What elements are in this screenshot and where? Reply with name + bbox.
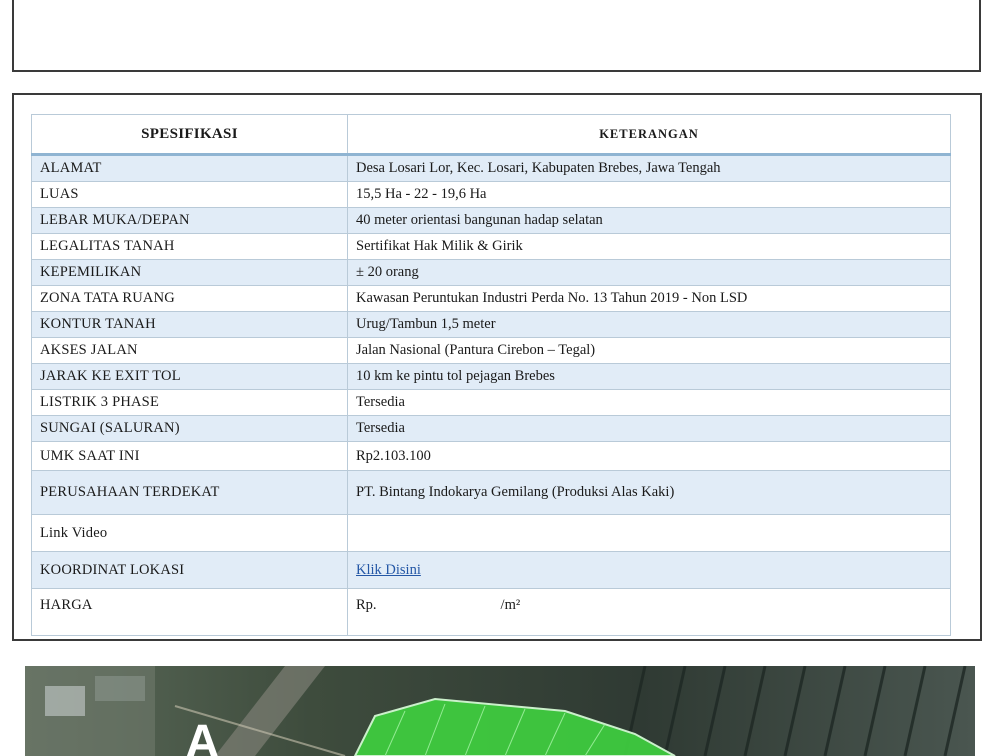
row-value: Tersedia (347, 389, 951, 416)
table-row: KEPEMILIKAN ± 20 orang (31, 259, 951, 286)
table-row: HARGA Rp. /m² (31, 588, 951, 636)
table-row: LISTRIK 3 PHASE Tersedia (31, 389, 951, 416)
table-row: LUAS 15,5 Ha - 22 - 19,6 Ha (31, 181, 951, 208)
row-value: 10 km ke pintu tol pejagan Brebes (347, 363, 951, 390)
row-value: Sertifikat Hak Milik & Girik (347, 233, 951, 260)
row-label: KOORDINAT LOKASI (31, 551, 348, 589)
row-label: PERUSAHAAN TERDEKAT (31, 470, 348, 515)
row-value: Desa Losari Lor, Kec. Losari, Kabupaten … (347, 154, 951, 182)
row-label: KEPEMILIKAN (31, 259, 348, 286)
row-label: ZONA TATA RUANG (31, 285, 348, 312)
specification-table: SPESIFIKASI KETERANGAN ALAMAT Desa Losar… (31, 114, 951, 636)
aerial-map-graphic: A (25, 666, 975, 756)
header-description: KETERANGAN (347, 114, 951, 156)
row-value: Rp. /m² (347, 588, 951, 636)
row-value: 40 meter orientasi bangunan hadap selata… (347, 207, 951, 234)
header-specification: SPESIFIKASI (31, 114, 348, 156)
row-label: LEBAR MUKA/DEPAN (31, 207, 348, 234)
row-value: Kawasan Peruntukan Industri Perda No. 13… (347, 285, 951, 312)
table-row: ZONA TATA RUANG Kawasan Peruntukan Indus… (31, 285, 951, 312)
table-header: SPESIFIKASI KETERANGAN (31, 114, 951, 156)
table-row: Link Video (31, 514, 951, 552)
row-label: HARGA (31, 588, 348, 636)
table-row: KONTUR TANAH Urug/Tambun 1,5 meter (31, 311, 951, 338)
row-value (347, 514, 951, 552)
table-row: PERUSAHAAN TERDEKAT PT. Bintang Indokary… (31, 470, 951, 515)
row-value: Urug/Tambun 1,5 meter (347, 311, 951, 338)
row-value: PT. Bintang Indokarya Gemilang (Produksi… (347, 470, 951, 515)
price-prefix: Rp. (356, 597, 377, 613)
table-row: UMK SAAT INI Rp2.103.100 (31, 441, 951, 471)
table-row: JARAK KE EXIT TOL 10 km ke pintu tol pej… (31, 363, 951, 390)
specification-panel: SPESIFIKASI KETERANGAN ALAMAT Desa Losar… (12, 93, 982, 641)
row-label: ALAMAT (31, 154, 348, 182)
row-label: UMK SAAT INI (31, 441, 348, 471)
coordinate-link[interactable]: Klik Disini (356, 562, 421, 578)
row-value: Rp2.103.100 (347, 441, 951, 471)
table-row: ALAMAT Desa Losari Lor, Kec. Losari, Kab… (31, 154, 951, 182)
table-row: AKSES JALAN Jalan Nasional (Pantura Cire… (31, 337, 951, 364)
top-frame (12, 0, 981, 72)
row-label: AKSES JALAN (31, 337, 348, 364)
table-row: SUNGAI (SALURAN) Tersedia (31, 415, 951, 442)
row-label: KONTUR TANAH (31, 311, 348, 338)
row-value: Klik Disini (347, 551, 951, 589)
row-value: ± 20 orang (347, 259, 951, 286)
table-row: LEGALITAS TANAH Sertifikat Hak Milik & G… (31, 233, 951, 260)
table-row: LEBAR MUKA/DEPAN 40 meter orientasi bang… (31, 207, 951, 234)
row-value: Jalan Nasional (Pantura Cirebon – Tegal) (347, 337, 951, 364)
row-label: LUAS (31, 181, 348, 208)
row-label: SUNGAI (SALURAN) (31, 415, 348, 442)
price-unit: /m² (500, 597, 521, 613)
row-label: LISTRIK 3 PHASE (31, 389, 348, 416)
row-label: LEGALITAS TANAH (31, 233, 348, 260)
table-row: KOORDINAT LOKASI Klik Disini (31, 551, 951, 589)
row-value: Tersedia (347, 415, 951, 442)
row-label: Link Video (31, 514, 348, 552)
row-value: 15,5 Ha - 22 - 19,6 Ha (347, 181, 951, 208)
aerial-map-image: A (25, 666, 975, 756)
row-label: JARAK KE EXIT TOL (31, 363, 348, 390)
map-marker-letter: A (185, 716, 220, 756)
